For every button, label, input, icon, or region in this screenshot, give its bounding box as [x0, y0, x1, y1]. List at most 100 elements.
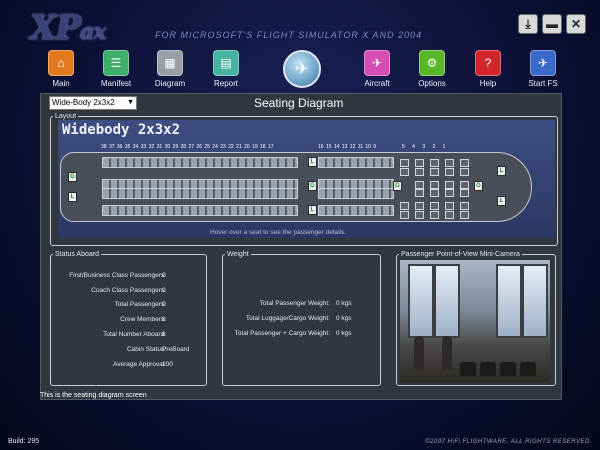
- terminal-window: [408, 264, 434, 338]
- first-class-seat[interactable]: [415, 159, 424, 167]
- galley-marker: G: [308, 181, 317, 191]
- nav-main-button[interactable]: ⌂ Main: [36, 50, 86, 88]
- options-icon: ⚙: [419, 50, 445, 76]
- nav-options-label: Options: [418, 79, 446, 88]
- total-aboard-value: 8: [162, 331, 166, 338]
- passenger-weight-label: Total Passenger Weight:: [259, 300, 330, 307]
- nav-options-button[interactable]: ⚙ Options: [407, 50, 457, 88]
- galley-marker: G: [474, 181, 483, 191]
- coach-class-label: Coach Class Passengers:: [91, 287, 166, 294]
- coach-class-value: 0: [162, 287, 166, 294]
- passenger-figure: [442, 336, 452, 370]
- nav-manifest-button[interactable]: ☰ Manifest: [91, 50, 141, 88]
- download-icon[interactable]: ⤓: [518, 14, 538, 34]
- nav-aircraft-button[interactable]: ✈ Aircraft: [352, 50, 402, 88]
- aircraft-layout-title: Widebody 2x3x2: [62, 122, 181, 138]
- first-class-seat[interactable]: [430, 159, 439, 167]
- copyright: ©2007 HiFi FLIGHTWARE. ALL RIGHTS RESERV…: [425, 439, 592, 445]
- average-approval-value: 100: [162, 361, 173, 368]
- build-number: Build: 295: [8, 438, 40, 445]
- cargo-weight-label: Total Luggage/Cargo Weight:: [245, 315, 330, 322]
- terminal-seat: [460, 362, 476, 376]
- first-class-seat[interactable]: [415, 189, 424, 197]
- first-class-seat[interactable]: [400, 159, 409, 167]
- terminal-seat: [500, 362, 516, 376]
- nav-diagram-label: Diagram: [154, 79, 186, 88]
- seat-row-left-top[interactable]: [102, 157, 298, 168]
- nav-report-label: Report: [213, 79, 238, 88]
- row-numbers-first: 5 4 3 2 1: [402, 144, 446, 150]
- aircraft-icon: ✈: [364, 50, 390, 76]
- first-class-seat[interactable]: [430, 211, 439, 219]
- nav-main-label: Main: [52, 79, 70, 88]
- nav-startfs-button[interactable]: ✈ Start FS: [518, 50, 568, 88]
- first-class-seat[interactable]: [460, 181, 469, 189]
- window-controls: ⤓ ▬ ✕: [518, 14, 586, 34]
- first-class-seat[interactable]: [460, 159, 469, 167]
- nav-help-button[interactable]: ? Help: [463, 50, 513, 88]
- seat-row-left-mid-2[interactable]: [102, 188, 298, 199]
- crew-members-value: 8: [162, 316, 166, 323]
- terminal-seat: [480, 362, 496, 376]
- xpax-logo: XPax: [30, 8, 106, 48]
- mini-camera-legend: Passenger Point-of-View Mini-Camera: [401, 251, 520, 258]
- average-approval-label: Average Approval:: [113, 361, 166, 368]
- first-class-seat[interactable]: [430, 181, 439, 189]
- first-class-seat[interactable]: [430, 168, 439, 176]
- total-passengers-value: 0: [162, 301, 166, 308]
- aircraft-select[interactable]: Wide-Body 2x3x2 ▼: [49, 96, 137, 110]
- first-class-seat[interactable]: [460, 211, 469, 219]
- app-subtitle: FOR MICROSOFT'S FLIGHT SIMULATOR X AND 2…: [155, 30, 423, 40]
- status-bar-text: This is the seating diagram screen: [40, 392, 147, 399]
- seat-hover-hint: Hover over a seat to see the passenger d…: [210, 229, 347, 236]
- seat-row-right-top[interactable]: [318, 157, 394, 168]
- cabin-status-value: PreBoard: [162, 346, 190, 353]
- first-class-value: 0: [162, 272, 166, 279]
- first-class-seat[interactable]: [460, 168, 469, 176]
- passenger-weight-value: 0 kgs: [336, 300, 352, 307]
- chevron-down-icon: ▼: [127, 99, 134, 106]
- lavatory-marker: L: [308, 205, 317, 215]
- lavatory-marker: L: [497, 196, 506, 206]
- close-icon[interactable]: ✕: [566, 14, 586, 34]
- seat-row-left-bottom[interactable]: [102, 205, 298, 216]
- seat-row-right-mid-2[interactable]: [318, 188, 394, 199]
- globe-icon[interactable]: ✈: [283, 50, 321, 88]
- first-class-seat[interactable]: [400, 168, 409, 176]
- terminal-seat: [520, 362, 536, 376]
- lavatory-marker: L: [497, 166, 506, 176]
- minimize-icon[interactable]: ▬: [542, 14, 562, 34]
- galley-marker: G: [393, 181, 402, 191]
- nav-help-label: Help: [479, 79, 497, 88]
- first-class-seat[interactable]: [445, 211, 454, 219]
- first-class-seat[interactable]: [460, 189, 469, 197]
- report-icon: ▤: [213, 50, 239, 76]
- seat-row-right-bottom[interactable]: [318, 205, 394, 216]
- first-class-seat[interactable]: [460, 202, 469, 210]
- terminal-window: [496, 264, 522, 338]
- nav-startfs-label: Start FS: [528, 79, 558, 88]
- nav-report-button[interactable]: ▤ Report: [201, 50, 251, 88]
- first-class-seat[interactable]: [445, 189, 454, 197]
- first-class-seat[interactable]: [445, 168, 454, 176]
- nav-diagram-button[interactable]: ▦ Diagram: [145, 50, 195, 88]
- first-class-seat[interactable]: [430, 189, 439, 197]
- first-class-seat[interactable]: [400, 211, 409, 219]
- first-class-seat[interactable]: [445, 202, 454, 210]
- help-icon: ?: [475, 50, 501, 76]
- first-class-seat[interactable]: [415, 202, 424, 210]
- first-class-seat[interactable]: [430, 202, 439, 210]
- galley-marker: G: [68, 172, 77, 182]
- first-class-seat[interactable]: [445, 181, 454, 189]
- first-class-seat[interactable]: [415, 168, 424, 176]
- first-class-label: First/Business Class Passengers:: [69, 272, 166, 279]
- home-icon: ⌂: [48, 50, 74, 76]
- total-weight-value: 0 kgs: [336, 330, 352, 337]
- first-class-seat[interactable]: [415, 181, 424, 189]
- first-class-seat[interactable]: [445, 159, 454, 167]
- first-class-seat[interactable]: [400, 202, 409, 210]
- manifest-icon: ☰: [103, 50, 129, 76]
- cabin-status-label: Cabin Status:: [126, 346, 166, 353]
- plane-icon: ✈: [530, 50, 556, 76]
- first-class-seat[interactable]: [415, 211, 424, 219]
